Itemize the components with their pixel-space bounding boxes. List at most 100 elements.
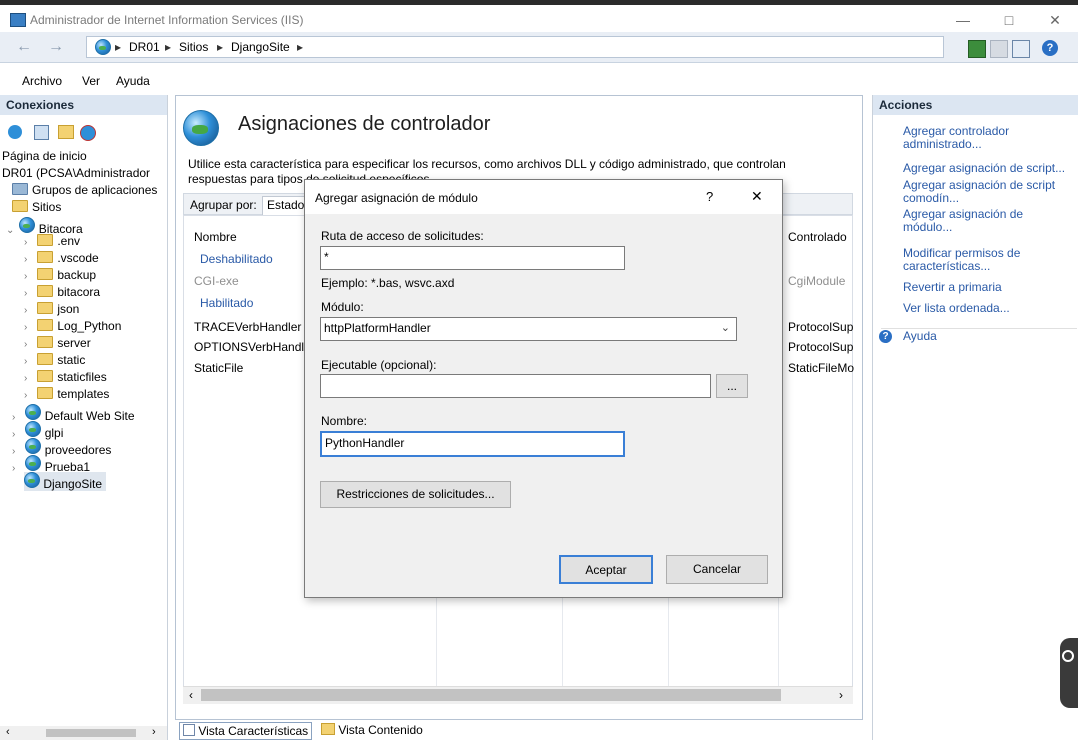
crumb-separator: ▸ [165, 40, 172, 54]
back-arrow-icon[interactable]: ← [14, 38, 34, 56]
collapsed-icon[interactable]: › [12, 463, 22, 474]
tree-folder[interactable]: › .env [24, 234, 80, 248]
ok-button[interactable]: Aceptar [559, 555, 653, 584]
collapsed-icon[interactable]: › [24, 339, 34, 350]
action-add-managed-handler[interactable]: Agregar controlador administrado... [903, 125, 1073, 151]
cancel-button[interactable]: Cancelar [666, 555, 768, 584]
folder-icon [37, 387, 54, 399]
table-row-name[interactable]: OPTIONSVerbHandl [194, 340, 304, 354]
tree-label: static [57, 353, 86, 367]
disconnect-icon[interactable] [80, 125, 96, 141]
maximize-button[interactable]: □ [986, 8, 1032, 32]
address-bar: ← → ▸ DR01 ▸ Sitios ▸ DjangoSite ▸ ? [0, 32, 1078, 63]
tree-app-pools[interactable]: Grupos de aplicaciones [12, 183, 157, 197]
collapsed-icon[interactable]: › [24, 356, 34, 367]
module-select-value: httpPlatformHandler [324, 321, 431, 335]
tree-folder[interactable]: › .vscode [24, 251, 99, 265]
tree-server[interactable]: DR01 (PCSA\Administrador [2, 166, 150, 180]
tree-folder[interactable]: › static [24, 353, 85, 367]
breadcrumb-djangosite[interactable]: DjangoSite [231, 40, 290, 54]
left-hscrollbar[interactable]: ‹ › [0, 726, 167, 740]
close-window-button[interactable]: ✕ [1032, 8, 1078, 32]
column-header-handler[interactable]: Controlado [788, 230, 847, 244]
forward-arrow-icon[interactable]: → [46, 38, 66, 56]
group-by-label: Agrupar por: [190, 198, 257, 212]
folder-icon [37, 285, 54, 297]
table-row-handler[interactable]: StaticFileMo [788, 361, 854, 375]
scroll-thumb[interactable] [201, 689, 781, 701]
help-icon[interactable]: ? [1042, 40, 1058, 56]
scroll-right-icon[interactable]: › [839, 688, 843, 702]
collapsed-icon[interactable]: › [24, 254, 34, 265]
action-add-module-mapping[interactable]: Agregar asignación de módulo... [903, 208, 1073, 234]
scroll-left-icon[interactable]: ‹ [189, 688, 193, 702]
table-row-handler[interactable]: ProtocolSup [788, 340, 853, 354]
action-add-script-map[interactable]: Agregar asignación de script... [903, 162, 1073, 175]
action-add-wildcard-script-map[interactable]: Agregar asignación de script comodín... [903, 179, 1073, 205]
stop-icon[interactable] [990, 40, 1008, 58]
collapsed-icon[interactable]: › [24, 373, 34, 384]
column-header-name[interactable]: Nombre [194, 230, 237, 244]
collapsed-icon[interactable]: › [24, 237, 34, 248]
open-folder-icon[interactable] [58, 125, 74, 139]
expanded-icon[interactable]: ⌄ [6, 225, 16, 236]
tab-content-view[interactable]: Vista Contenido [321, 723, 423, 737]
tree-folder[interactable]: › templates [24, 387, 109, 401]
group-by-select[interactable]: Estado [262, 196, 310, 216]
dialog-close-button[interactable]: ✕ [751, 188, 763, 205]
save-icon[interactable] [34, 125, 49, 140]
table-row-name[interactable]: StaticFile [194, 361, 243, 375]
collapsed-icon[interactable]: › [24, 390, 34, 401]
menu-ver[interactable]: Ver [82, 74, 100, 88]
tree-sites[interactable]: Sitios [12, 200, 61, 214]
menu-ayuda[interactable]: Ayuda [116, 74, 150, 88]
scroll-right-icon[interactable]: › [152, 726, 156, 738]
tree-folder[interactable]: › bitacora [24, 285, 100, 299]
tree-folder[interactable]: › json [24, 302, 79, 316]
request-path-input[interactable]: * [320, 246, 625, 270]
tree-folder[interactable]: › backup [24, 268, 96, 282]
collapsed-icon[interactable]: › [24, 322, 34, 333]
tree-label: Log_Python [57, 319, 122, 333]
tree-label: json [57, 302, 80, 316]
table-row-handler[interactable]: ProtocolSup [788, 320, 853, 334]
action-view-ordered-list[interactable]: Ver lista ordenada... [903, 302, 1073, 315]
action-help[interactable]: Ayuda [903, 330, 1073, 343]
collapsed-icon[interactable]: › [24, 305, 34, 316]
breadcrumb-dr01[interactable]: DR01 [129, 40, 160, 54]
collapsed-icon[interactable]: › [24, 271, 34, 282]
collapsed-icon[interactable]: › [24, 288, 34, 299]
request-restrictions-button[interactable]: Restricciones de solicitudes... [320, 481, 511, 508]
actions-header: Acciones [873, 95, 1078, 115]
tree-start-page[interactable]: Página de inicio [2, 149, 87, 163]
grid-hscrollbar[interactable]: ‹ › [183, 686, 853, 704]
home-icon[interactable] [1012, 40, 1030, 58]
module-select[interactable]: httpPlatformHandler ⌄ [320, 317, 737, 341]
table-row-name[interactable]: TRACEVerbHandler [194, 320, 301, 334]
minimize-button[interactable]: — [940, 8, 986, 32]
connect-globe-icon[interactable] [8, 125, 22, 139]
folder-icon [37, 336, 54, 348]
tree-folder[interactable]: › server [24, 336, 91, 350]
tab-features-view[interactable]: Vista Características [179, 722, 313, 740]
address-box[interactable]: ▸ DR01 ▸ Sitios ▸ DjangoSite ▸ [86, 36, 944, 58]
menu-archivo[interactable]: Archivo [22, 74, 62, 88]
browse-button[interactable]: ... [716, 374, 748, 398]
table-row-name[interactable]: CGI-exe [194, 274, 239, 288]
tree-site-selected[interactable]: DjangoSite [24, 472, 107, 491]
executable-input[interactable] [320, 374, 711, 398]
action-edit-feature-permissions[interactable]: Modificar permisos de características... [903, 247, 1073, 273]
side-widget[interactable] [1060, 638, 1078, 708]
dialog-help-button[interactable]: ? [706, 189, 713, 204]
action-revert-to-parent[interactable]: Revertir a primaria [903, 281, 1073, 294]
scroll-left-icon[interactable]: ‹ [6, 726, 10, 738]
sites-folder-icon [12, 200, 28, 212]
breadcrumb-sitios[interactable]: Sitios [179, 40, 208, 54]
connect-icon[interactable] [968, 40, 986, 58]
scroll-thumb[interactable] [46, 729, 136, 737]
tree-label: server [57, 336, 91, 350]
name-input[interactable]: PythonHandler [320, 431, 625, 457]
tree-folder[interactable]: › staticfiles [24, 370, 107, 384]
table-row-handler[interactable]: CgiModule [788, 274, 845, 288]
tree-folder[interactable]: › Log_Python [24, 319, 121, 333]
